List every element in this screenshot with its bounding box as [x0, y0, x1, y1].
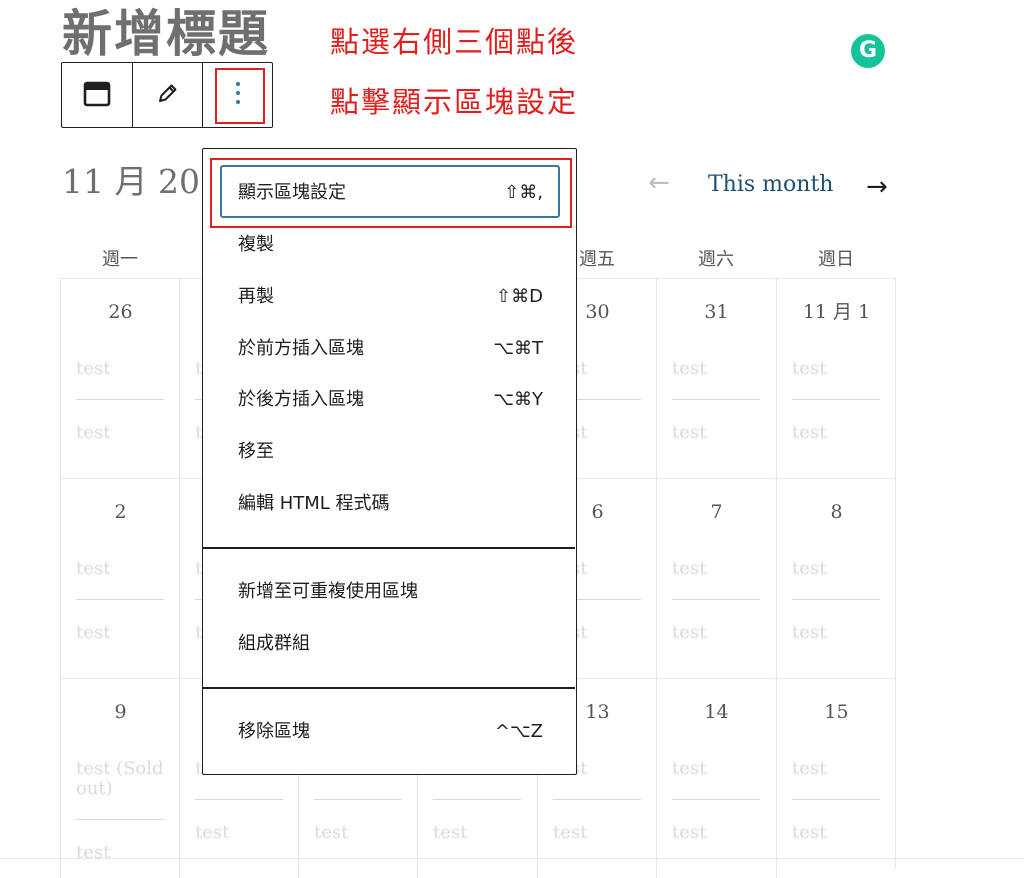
calendar-event[interactable]: test: [792, 359, 826, 379]
menu-item-shortcut: ⌥⌘Y: [493, 389, 543, 410]
calendar-event[interactable]: test: [195, 823, 229, 843]
event-divider: [76, 819, 164, 820]
menu-item-label: 編輯 HTML 程式碼: [238, 493, 390, 514]
menu-item-insert-after[interactable]: 於後方插入區塊 ⌥⌘Y: [238, 387, 543, 413]
calendar-event[interactable]: test: [792, 423, 826, 443]
event-divider: [792, 399, 880, 400]
menu-item-insert-before[interactable]: 於前方插入區塊 ⌥⌘T: [238, 336, 543, 362]
calendar-day-cell[interactable]: 11 月 1 test test: [776, 278, 895, 478]
calendar-day-cell[interactable]: 14 test test: [656, 678, 775, 878]
menu-item-shortcut: ⇧⌘D: [496, 286, 543, 307]
calendar-event[interactable]: test: [76, 623, 110, 643]
calendar-event[interactable]: test: [76, 423, 110, 443]
menu-separator: [203, 547, 575, 549]
calendar-event[interactable]: test: [314, 823, 348, 843]
event-divider: [792, 599, 880, 600]
menu-item-shortcut: ⌥⌘T: [493, 338, 543, 359]
calendar-event[interactable]: test: [672, 359, 706, 379]
calendar-day-cell[interactable]: 2 test test: [60, 478, 179, 678]
menu-item-label: 於前方插入區塊: [238, 338, 364, 359]
this-month-link[interactable]: This month: [708, 170, 833, 200]
edit-button[interactable]: [132, 63, 202, 127]
menu-item-shortcut: ^⌥Z: [494, 721, 543, 742]
menu-item-label: 移除區塊: [238, 721, 310, 742]
menu-item-label: 移至: [238, 441, 274, 462]
calendar-event[interactable]: test: [672, 423, 706, 443]
weekday-sat: 週六: [698, 249, 734, 270]
calendar-event[interactable]: test: [672, 623, 706, 643]
event-divider: [76, 399, 164, 400]
calendar-day-cell[interactable]: 31 test test: [656, 278, 775, 478]
calendar-event[interactable]: test: [792, 759, 826, 779]
calendar-event[interactable]: test: [672, 823, 706, 843]
calendar-day-cell[interactable]: 8 test test: [776, 478, 895, 678]
pencil-icon: [156, 81, 180, 109]
calendar-event[interactable]: test: [76, 559, 110, 579]
menu-item-add-to-reusable[interactable]: 新增至可重複使用區塊: [238, 579, 543, 605]
menu-item-edit-html[interactable]: 編輯 HTML 程式碼: [238, 491, 543, 517]
calendar-date: 9: [114, 701, 127, 723]
event-divider: [792, 799, 880, 800]
event-divider: [672, 799, 760, 800]
weekday-sun: 週日: [818, 249, 854, 270]
calendar-date: 15: [824, 701, 849, 723]
weekday-mon: 週一: [102, 249, 138, 270]
calendar-date: 14: [704, 701, 729, 723]
annotation-step-1: 點選右側三個點後: [330, 25, 579, 59]
calendar-day-cell[interactable]: 26 test test: [60, 278, 179, 478]
block-options-menu: 顯示區塊設定 ⇧⌘, 複製 再製 ⇧⌘D 於前方插入區塊 ⌥⌘T 於後方插入區塊…: [202, 148, 577, 775]
page-bottom-divider: [0, 858, 1024, 859]
grammarly-icon[interactable]: G: [851, 34, 885, 68]
calendar-day-cell[interactable]: 7 test test: [656, 478, 775, 678]
event-divider: [314, 799, 402, 800]
event-divider: [433, 799, 521, 800]
menu-item-copy[interactable]: 複製: [238, 232, 543, 258]
calendar-icon: [82, 78, 112, 112]
calendar-date: 31: [704, 301, 729, 323]
calendar-event[interactable]: test: [792, 623, 826, 643]
menu-item-label: 組成群組: [238, 633, 310, 654]
menu-item-move-to[interactable]: 移至: [238, 439, 543, 465]
calendar-right-border: [895, 278, 896, 868]
menu-item-label: 複製: [238, 234, 274, 255]
calendar-event[interactable]: test: [672, 559, 706, 579]
calendar-event[interactable]: test (Sold out): [76, 759, 176, 799]
event-divider: [672, 399, 760, 400]
calendar-date: 26: [108, 301, 133, 323]
calendar-event[interactable]: test: [76, 359, 110, 379]
annotation-step-2: 點擊顯示區塊設定: [330, 85, 579, 119]
calendar-date: 8: [830, 501, 843, 523]
calendar-event[interactable]: test: [433, 823, 467, 843]
event-divider: [672, 599, 760, 600]
calendar-date: 7: [710, 501, 723, 523]
menu-item-label: 新增至可重複使用區塊: [238, 581, 418, 602]
calendar-date: 11 月 1: [802, 301, 871, 323]
show-settings-highlight: [210, 158, 572, 228]
calendar-date: 2: [114, 501, 127, 523]
calendar-event[interactable]: test: [553, 823, 587, 843]
menu-item-duplicate[interactable]: 再製 ⇧⌘D: [238, 284, 543, 310]
page-title[interactable]: 新增標題: [62, 2, 270, 66]
prev-month-arrow-icon[interactable]: ←: [648, 168, 670, 198]
calendar-event[interactable]: test: [792, 559, 826, 579]
calendar-day-cell[interactable]: 15 test test: [776, 678, 895, 878]
calendar-event[interactable]: test: [672, 759, 706, 779]
menu-item-group[interactable]: 組成群組: [238, 631, 543, 657]
event-divider: [553, 799, 641, 800]
calendar-event[interactable]: test: [792, 823, 826, 843]
more-options-highlight: [215, 68, 265, 124]
menu-item-label: 於後方插入區塊: [238, 389, 364, 410]
menu-item-label: 再製: [238, 286, 274, 307]
menu-separator: [203, 687, 575, 689]
calendar-day-cell[interactable]: 9 test (Sold out) test: [60, 678, 179, 878]
calendar-event[interactable]: test: [76, 843, 110, 863]
event-divider: [76, 599, 164, 600]
next-month-arrow-icon[interactable]: →: [866, 172, 888, 202]
block-type-button[interactable]: [62, 63, 132, 127]
menu-item-remove-block[interactable]: 移除區塊 ^⌥Z: [238, 719, 543, 745]
event-divider: [195, 799, 283, 800]
